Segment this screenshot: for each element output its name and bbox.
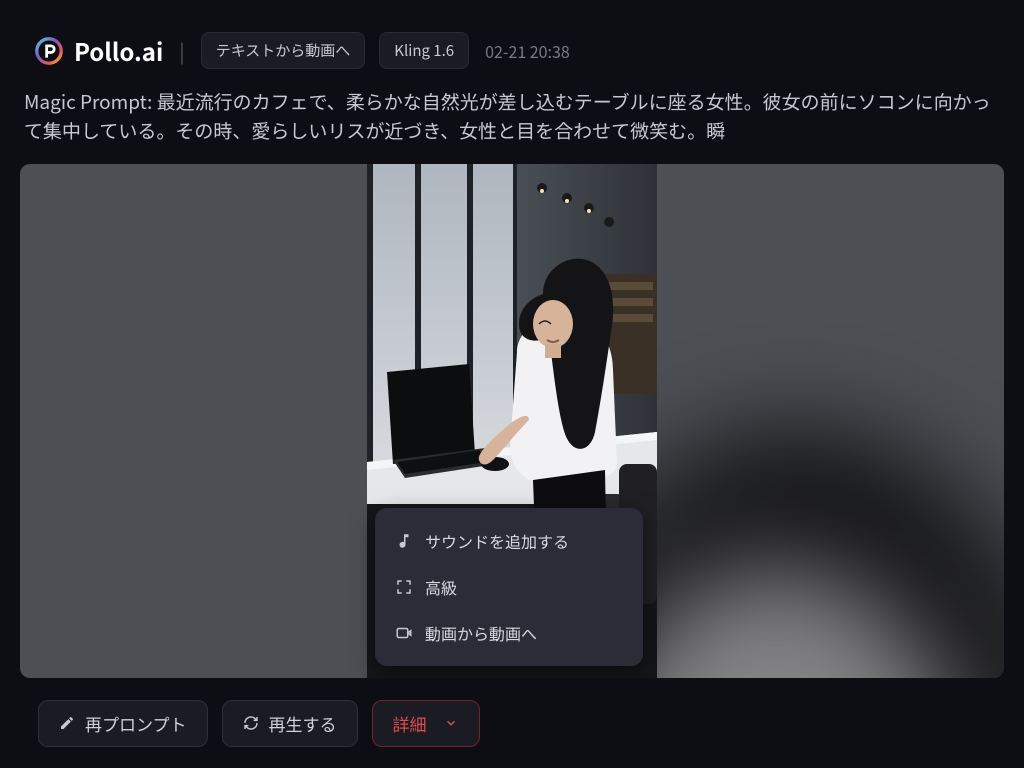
refresh-icon xyxy=(243,715,259,731)
footer-actions: 再プロンプト 再生する 詳細 xyxy=(0,700,1024,747)
fullscreen-icon xyxy=(395,578,413,596)
menu-item-label: 高級 xyxy=(425,575,457,599)
video-loop-icon xyxy=(395,624,413,642)
mode-pill[interactable]: テキストから動画へ xyxy=(201,32,366,69)
header-bar: Pollo.ai | テキストから動画へ Kling 1.6 02-21 20:… xyxy=(0,0,1024,87)
generated-image-area[interactable]: サウンドを追加する 高級 動画から動画へ xyxy=(20,164,1004,678)
regenerate-button[interactable]: 再生する xyxy=(222,700,358,747)
mode-label: テキストから動画へ xyxy=(216,40,351,61)
menu-item-label: 動画から動画へ xyxy=(425,621,537,645)
brand-name: Pollo.ai xyxy=(74,33,163,68)
details-button[interactable]: 詳細 xyxy=(372,700,480,747)
menu-item-label: サウンドを追加する xyxy=(425,529,569,553)
timestamp: 02-21 20:38 xyxy=(485,39,570,63)
details-dropdown-menu: サウンドを追加する 高級 動画から動画へ xyxy=(375,508,643,666)
chevron-down-icon xyxy=(443,715,459,731)
pollo-logo-icon xyxy=(34,36,64,66)
music-note-icon xyxy=(395,532,413,550)
prompt-text: Magic Prompt: 最近流行のカフェで、柔らかな自然光が差し込むテーブル… xyxy=(0,87,1024,164)
button-label: 詳細 xyxy=(393,711,427,736)
menu-item-premium[interactable]: 高級 xyxy=(375,564,643,610)
reprompt-button[interactable]: 再プロンプト xyxy=(38,700,208,747)
model-pill[interactable]: Kling 1.6 xyxy=(379,32,469,69)
button-label: 再生する xyxy=(269,711,337,736)
prompt-body: 最近流行のカフェで、柔らかな自然光が差し込むテーブルに座る女性。彼女の前にソコン… xyxy=(24,88,991,144)
menu-item-video-to-video[interactable]: 動画から動画へ xyxy=(375,610,643,656)
model-label: Kling 1.6 xyxy=(394,40,454,61)
header-divider: | xyxy=(179,36,184,65)
brand-logo[interactable]: Pollo.ai xyxy=(34,33,163,68)
menu-item-add-sound[interactable]: サウンドを追加する xyxy=(375,518,643,564)
pencil-icon xyxy=(59,715,75,731)
prompt-label: Magic Prompt: xyxy=(24,88,152,115)
button-label: 再プロンプト xyxy=(85,711,187,736)
